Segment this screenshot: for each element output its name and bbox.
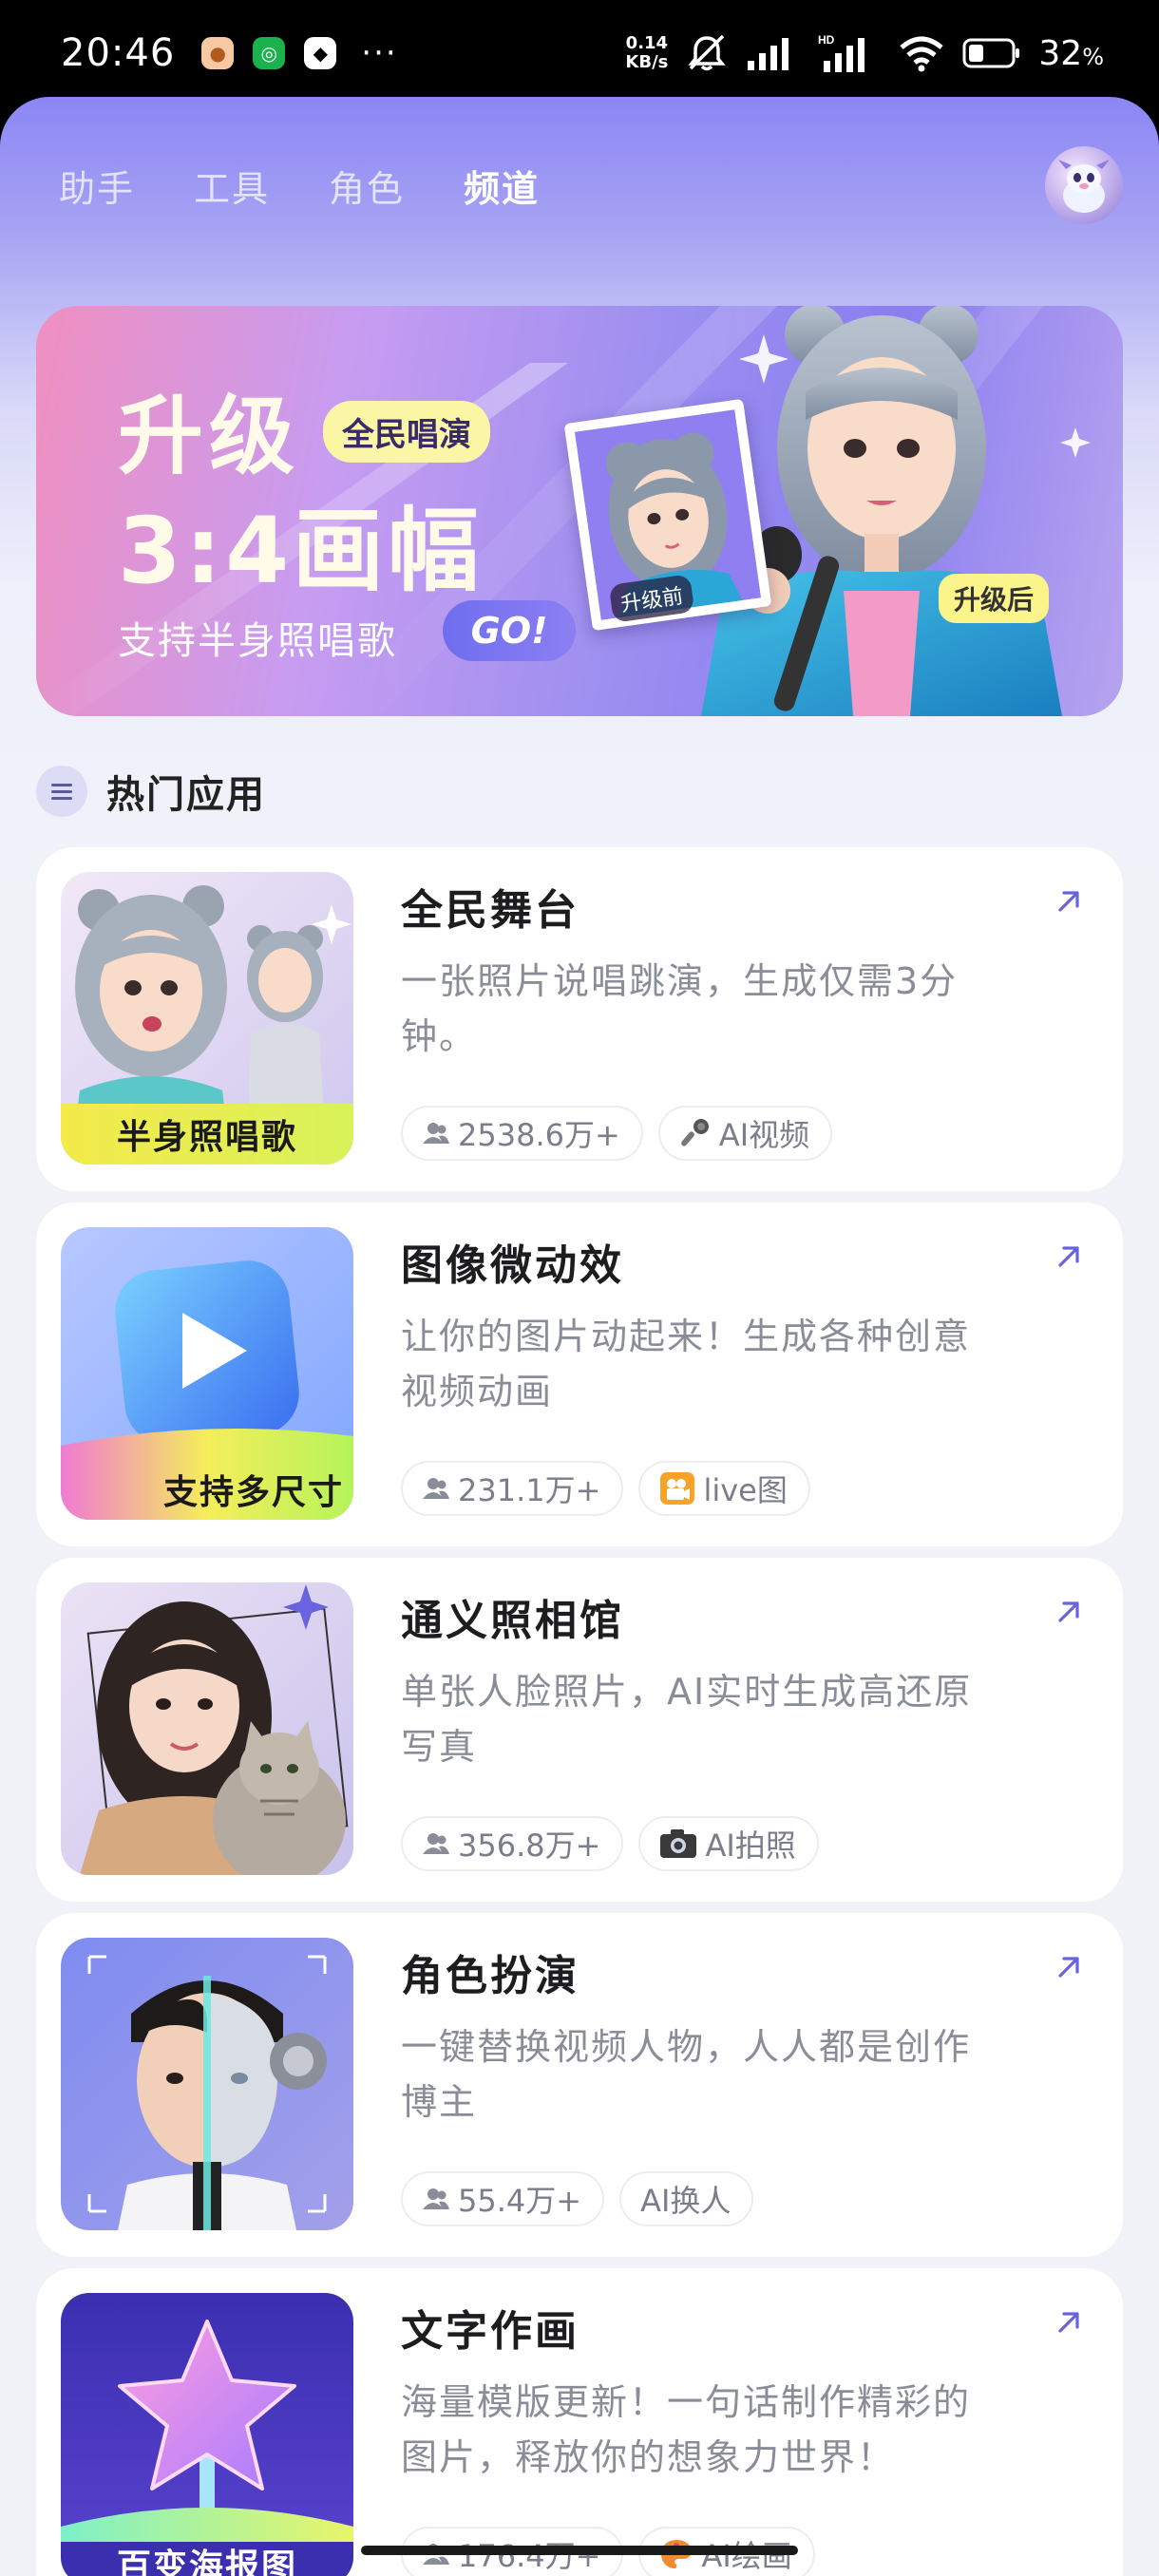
app-card-stage[interactable]: 半身照唱歌 全民舞台 一张照片说唱跳演，生成仅需3分钟。 2538.6万+ AI… <box>36 847 1123 1191</box>
card-title: 全民舞台 <box>401 886 580 935</box>
thumb-label: 支持多尺寸 <box>162 1473 344 1512</box>
app-sheet: 助手 工具 角色 频道 升级 全民唱演 3:4画幅 支持半身照唱歌 GO! 升级… <box>0 97 1159 2576</box>
users-icon <box>422 1831 450 1856</box>
category-chip: live图 <box>638 1461 810 1516</box>
tab-roles[interactable]: 角色 <box>329 160 405 212</box>
top-tabs: 助手 工具 角色 频道 <box>59 160 540 212</box>
magic-star-wand-illustration <box>61 2293 353 2576</box>
open-arrow-icon[interactable] <box>1054 887 1083 919</box>
users-chip: 356.8万+ <box>401 1816 624 1871</box>
app-card-role-play[interactable]: 角色扮演 一键替换视频人物，人人都是创作博主 55.4万+ AI换人 <box>36 1913 1123 2257</box>
section-title: 热门应用 <box>106 773 266 817</box>
card-thumbnail <box>61 1938 353 2230</box>
card-chips: 55.4万+ AI换人 <box>401 2171 754 2226</box>
green-app-notification-icon: ◎ <box>253 37 286 69</box>
banner-go-button[interactable]: GO! <box>443 600 576 661</box>
thumb-label: 半身照唱歌 <box>116 1118 297 1157</box>
card-description: 海量模版更新！一句话制作精彩的图片，释放你的想象力世界！ <box>401 2381 972 2478</box>
tab-channel[interactable]: 频道 <box>464 160 540 212</box>
card-thumbnail: 半身照唱歌 <box>61 872 353 1165</box>
section-header: 热门应用 <box>36 764 266 819</box>
battery-percentage: 32% <box>1038 33 1104 73</box>
qq-notification-icon: ◆ <box>304 37 337 69</box>
banner-headline-2: 3:4画幅 <box>118 498 483 604</box>
battery-icon <box>962 37 1021 69</box>
network-speed: 0.14 KB/s <box>625 33 669 72</box>
app-card-image-motion[interactable]: 支持多尺寸 图像微动效 让你的图片动起来！生成各种创意视频动画 231.1万+ … <box>36 1203 1123 1546</box>
card-chips: 2538.6万+ AI视频 <box>401 1106 833 1161</box>
status-time: 20:46 <box>61 31 176 75</box>
promo-banner[interactable]: 升级 全民唱演 3:4画幅 支持半身照唱歌 GO! 升级前 升级后 <box>36 306 1123 716</box>
video-camera-icon <box>659 1471 695 1506</box>
category-chip: AI拍照 <box>638 1816 819 1871</box>
category-chip: AI视频 <box>657 1106 833 1161</box>
category-chip: AI换人 <box>619 2171 754 2226</box>
banner-subtitle: 支持半身照唱歌 <box>118 619 397 663</box>
woman-with-cat-illustration <box>61 1582 353 1875</box>
users-chip: 2538.6万+ <box>401 1106 643 1161</box>
card-description: 一键替换视频人物，人人都是创作博主 <box>401 2026 972 2123</box>
users-icon <box>422 1476 450 1501</box>
open-arrow-icon[interactable] <box>1054 2308 1083 2340</box>
card-description: 让你的图片动起来！生成各种创意视频动画 <box>401 1316 972 1412</box>
users-chip: 231.1万+ <box>401 1461 624 1516</box>
home-indicator[interactable] <box>361 2546 798 2555</box>
open-arrow-icon[interactable] <box>1054 1598 1083 1630</box>
mascot-icon <box>1058 160 1110 213</box>
after-tag: 升级后 <box>939 574 1050 623</box>
user-avatar[interactable] <box>1045 146 1123 224</box>
mute-bell-icon <box>685 32 729 74</box>
svg-text:HD: HD <box>818 33 835 47</box>
microphone-icon <box>679 1117 712 1149</box>
users-icon <box>422 1121 450 1146</box>
tab-assistant[interactable]: 助手 <box>59 160 135 212</box>
card-thumbnail: 百变海报图 <box>61 2293 353 2576</box>
wifi-icon <box>898 34 945 72</box>
notification-icons: ● ◎ ◆ ··· <box>201 34 397 72</box>
tab-tools[interactable]: 工具 <box>194 160 270 212</box>
banner-badge: 全民唱演 <box>323 401 490 463</box>
banner-headline-1: 升级 <box>118 387 300 486</box>
card-title: 通义照相馆 <box>401 1597 624 1645</box>
chat-app-notification-icon: ● <box>201 37 235 69</box>
card-title: 角色扮演 <box>401 1952 580 2000</box>
card-chips: 231.1万+ live图 <box>401 1461 810 1516</box>
camera-icon <box>659 1828 697 1859</box>
more-notifications-icon: ··· <box>361 34 398 72</box>
open-arrow-icon[interactable] <box>1054 1242 1083 1275</box>
status-bar: 20:46 ● ◎ ◆ ··· 0.14 KB/s HD 32% <box>0 0 1159 106</box>
app-card-photo-studio[interactable]: 通义照相馆 单张人脸照片，AI实时生成高还原写真 356.8万+ AI拍照 <box>36 1558 1123 1902</box>
card-description: 一张照片说唱跳演，生成仅需3分钟。 <box>401 960 959 1057</box>
card-thumbnail <box>61 1582 353 1875</box>
cell-signal-hd-icon: HD <box>818 32 881 74</box>
card-thumbnail: 支持多尺寸 <box>61 1227 353 1520</box>
list-icon <box>36 766 87 817</box>
app-card-text-to-image[interactable]: 百变海报图 文字作画 海量模版更新！一句话制作精彩的图片，释放你的想象力世界！ … <box>36 2268 1123 2576</box>
card-chips: 356.8万+ AI拍照 <box>401 1816 819 1871</box>
man-robot-split-illustration <box>61 1938 353 2230</box>
open-arrow-icon[interactable] <box>1054 1953 1083 1985</box>
card-title: 文字作画 <box>401 2307 580 2356</box>
cell-signal-icon <box>746 34 801 72</box>
card-description: 单张人脸照片，AI实时生成高还原写真 <box>401 1671 973 1768</box>
card-title: 图像微动效 <box>401 1241 624 1290</box>
users-icon <box>422 2187 450 2211</box>
thumb-label: 百变海报图 <box>116 2548 297 2576</box>
users-chip: 55.4万+ <box>401 2171 605 2226</box>
